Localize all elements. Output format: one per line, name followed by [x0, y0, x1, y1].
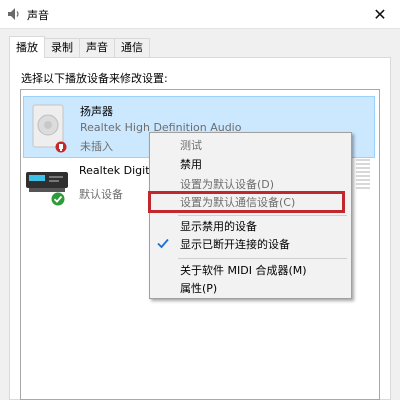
menu-item-test[interactable]: 测试: [180, 139, 202, 153]
menu-item-disable[interactable]: 禁用: [180, 158, 202, 172]
close-icon: ✕: [373, 4, 387, 24]
default-device-check-icon: [51, 192, 65, 206]
context-menu: 测试 禁用 设置为默认设备(D) 设置为默认通信设备(C) 显示禁用的设备 显示…: [149, 132, 352, 299]
menu-item-about-midi[interactable]: 关于软件 MIDI 合成器(M): [180, 264, 307, 278]
list-scroll-indicator[interactable]: [356, 159, 370, 189]
tab-recording[interactable]: 录制: [44, 38, 80, 57]
checkmark-icon: [157, 238, 169, 249]
tab-strip: 播放 录制 声音 通信: [9, 36, 150, 58]
menu-item-set-default[interactable]: 设置为默认设备(D): [180, 178, 274, 192]
menu-item-show-disabled[interactable]: 显示禁用的设备: [180, 220, 257, 234]
menu-separator: [178, 215, 347, 216]
window-title: 声音: [27, 9, 49, 22]
title-bar: 声音 ✕: [0, 0, 400, 29]
device-name: Realtek Digital: [79, 164, 160, 177]
speaker-icon: [8, 8, 19, 20]
close-button[interactable]: ✕: [360, 0, 400, 28]
instruction-label: 选择以下播放设备来修改设置:: [21, 72, 168, 85]
menu-separator: [178, 258, 347, 259]
tab-playback[interactable]: 播放: [9, 36, 45, 58]
device-name: 扬声器: [80, 105, 113, 118]
device-status: 默认设备: [79, 188, 123, 201]
annotation-highlight-box: [148, 191, 345, 213]
menu-item-properties[interactable]: 属性(P): [180, 282, 217, 296]
menu-item-show-disconnected[interactable]: 显示已断开连接的设备: [180, 238, 290, 252]
tab-sounds[interactable]: 声音: [79, 38, 115, 57]
device-status: 未插入: [80, 140, 113, 153]
unplugged-status-icon: [55, 141, 67, 153]
tab-communications[interactable]: 通信: [114, 38, 150, 57]
